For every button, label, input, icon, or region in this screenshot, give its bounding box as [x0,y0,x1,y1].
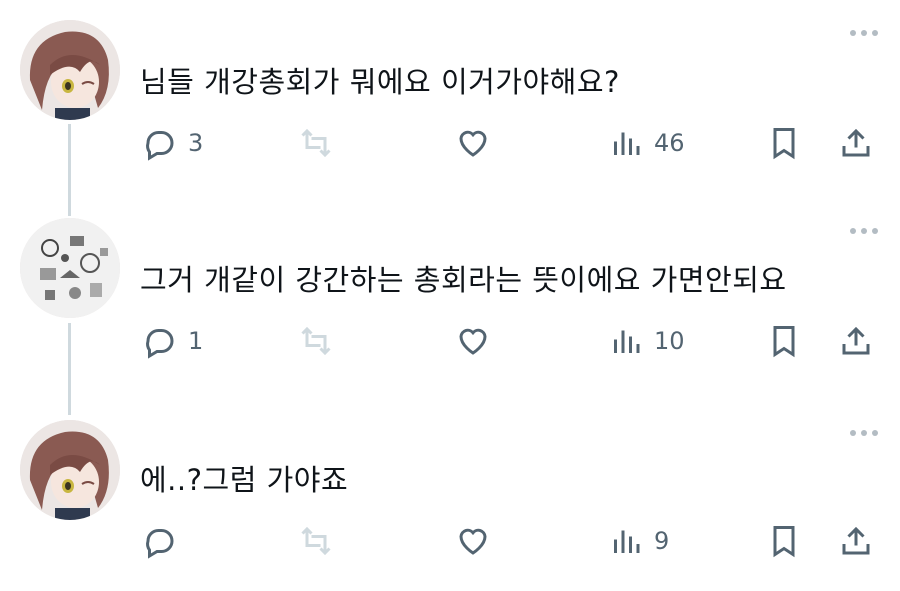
retweet-button[interactable] [298,520,334,562]
share-button[interactable] [838,122,874,164]
reply-icon [146,131,174,161]
reply-button[interactable]: 3 [142,122,203,164]
reply-button[interactable]: 1 [142,320,203,362]
views-count: 9 [654,527,670,555]
heart-icon [459,130,487,157]
like-button[interactable] [455,122,491,164]
post[interactable]: 에..?그럼 가야죠 9 [0,396,900,591]
share-icon [842,526,870,555]
views-count: 46 [654,129,685,157]
share-button[interactable] [838,320,874,362]
action-bar: 9 [0,520,900,562]
views-icon [614,530,640,553]
bookmark-icon [773,128,795,160]
retweet-icon [301,128,331,158]
post[interactable]: 님들 개강총회가 뭐에요 이거가야해요? 3 46 [0,0,900,195]
reply-button[interactable] [142,520,188,562]
heart-icon [459,528,487,555]
views-count: 10 [654,327,685,355]
avatar[interactable] [20,218,120,318]
bookmark-button[interactable] [766,122,802,164]
more-icon[interactable] [850,30,878,36]
avatar[interactable] [20,20,120,120]
bookmark-button[interactable] [766,520,802,562]
retweet-button[interactable] [298,122,334,164]
retweet-icon [301,526,331,556]
heart-icon [459,328,487,355]
like-button[interactable] [455,320,491,362]
like-button[interactable] [455,520,491,562]
reply-icon [146,329,174,359]
more-icon[interactable] [850,430,878,436]
retweet-icon [301,326,331,356]
post[interactable]: 그거 개같이 강간하는 총회라는 뜻이에요 가면안되요 1 10 [0,198,900,393]
post-text: 에..?그럼 가야죠 [140,463,349,497]
share-button[interactable] [838,520,874,562]
share-icon [842,128,870,157]
post-text: 님들 개강총회가 뭐에요 이거가야해요? [140,65,620,99]
reply-count: 3 [188,129,204,157]
views-icon [614,330,640,353]
views-button[interactable]: 9 [608,520,669,562]
retweet-button[interactable] [298,320,334,362]
reply-count: 1 [188,327,204,355]
action-bar: 1 10 [0,320,900,362]
action-bar: 3 46 [0,122,900,164]
views-button[interactable]: 46 [608,122,685,164]
views-button[interactable]: 10 [608,320,685,362]
post-text: 그거 개같이 강간하는 총회라는 뜻이에요 가면안되요 [140,263,787,297]
avatar[interactable] [20,420,120,520]
views-icon [614,132,640,155]
reply-icon [146,529,174,559]
share-icon [842,326,870,355]
more-icon[interactable] [850,228,878,234]
bookmark-button[interactable] [766,320,802,362]
bookmark-icon [773,526,795,558]
bookmark-icon [773,326,795,358]
